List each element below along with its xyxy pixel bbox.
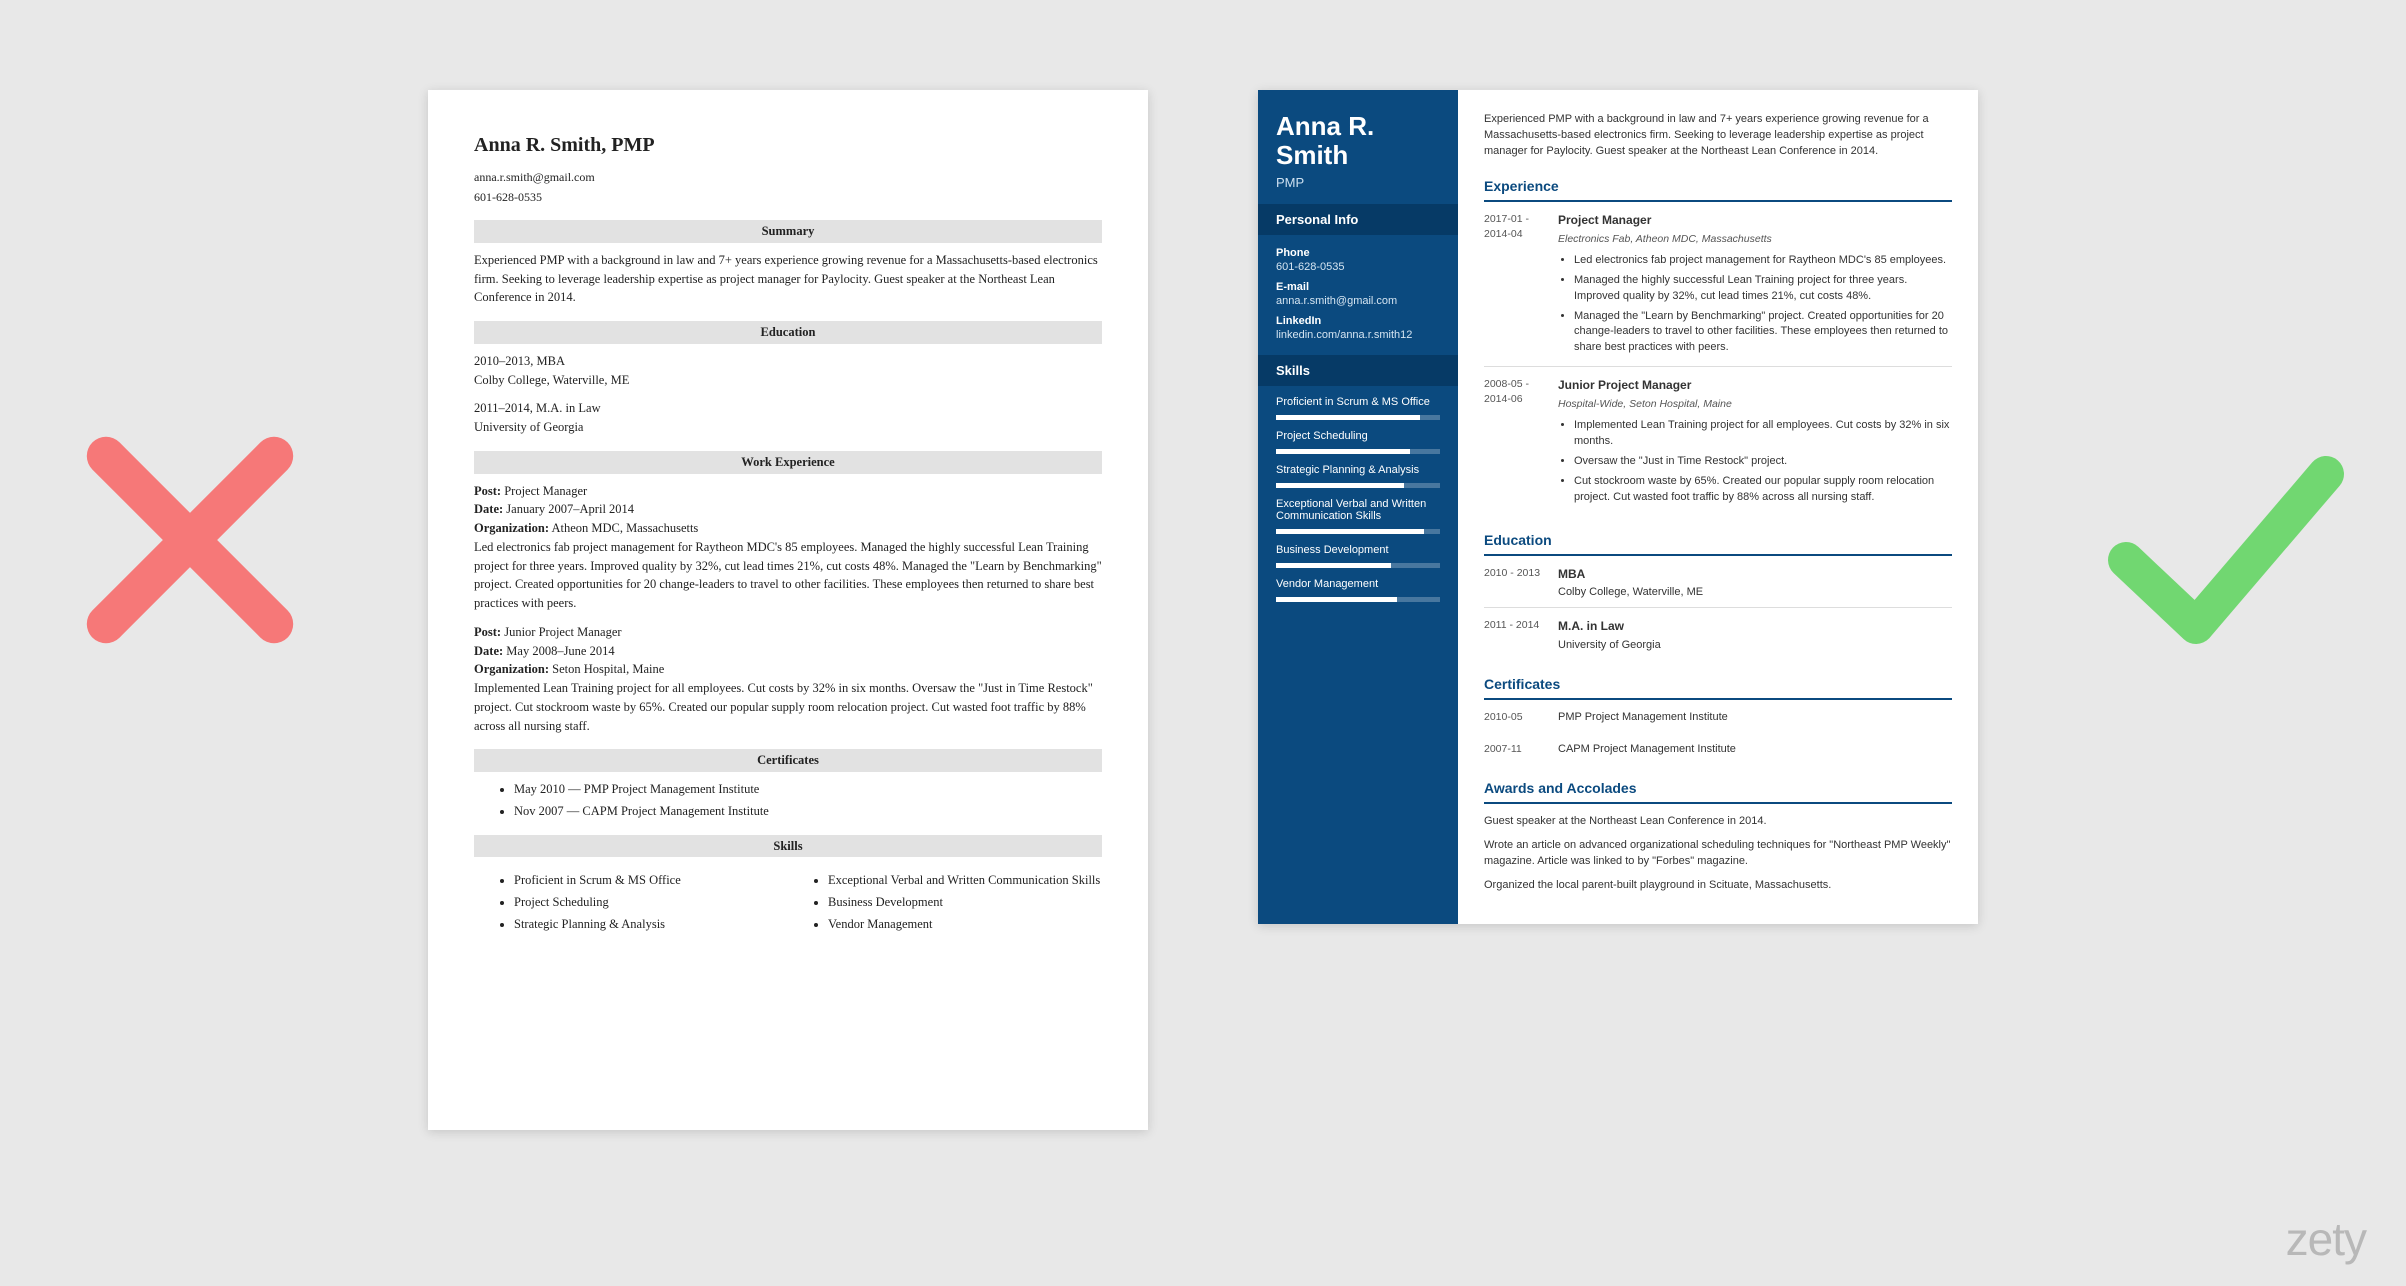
linkedin-value: linkedin.com/anna.r.smith12 — [1276, 329, 1440, 341]
education-row: 2011 - 2014 M.A. in Law University of Geor… — [1484, 618, 1952, 659]
main-column: Experienced PMP with a background in law… — [1458, 90, 1978, 924]
skill-item: Strategic Planning & Analysis — [1258, 454, 1458, 488]
email-label: E-mail — [1276, 281, 1440, 293]
email-text: anna.r.smith@gmail.com — [474, 168, 1102, 186]
section-work: Work Experience — [474, 451, 1102, 474]
phone-text: 601-628-0535 — [474, 188, 1102, 206]
name-heading: Anna R.Smith — [1276, 112, 1440, 169]
summary-text: Experienced PMP with a background in law… — [474, 251, 1102, 307]
skill-item: Proficient in Scrum & MS Office — [514, 871, 788, 890]
dates: 2011 - 2014 — [1484, 618, 1544, 653]
skill-item: Proficient in Scrum & MS Office — [1258, 386, 1458, 420]
skill-bar — [1276, 449, 1440, 454]
award-text: Organized the local parent-built playgro… — [1484, 878, 1952, 894]
award-text: Guest speaker at the Northeast Lean Conf… — [1484, 814, 1952, 830]
resume-bad: Anna R. Smith, PMP anna.r.smith@gmail.co… — [428, 90, 1148, 1130]
bullet: Oversaw the "Just in Time Restock" proje… — [1574, 454, 1952, 470]
job-title: Junior Project Manager — [1558, 377, 1952, 394]
credential: PMP — [1276, 175, 1440, 190]
section-experience: Experience — [1484, 176, 1952, 202]
cert-name: CAPM Project Management Institute — [1558, 742, 1952, 758]
section-skills: Skills — [474, 835, 1102, 858]
skill-name: Project Scheduling — [1276, 430, 1440, 442]
education-row: 2010 - 2013 MBA Colby College, Waterville,… — [1484, 566, 1952, 608]
dates: 2010 - 2013 — [1484, 566, 1544, 601]
cert-item: May 2010 — PMP Project Management Instit… — [514, 780, 1102, 799]
job-desc: Implemented Lean Training project for al… — [474, 679, 1102, 735]
bullet: Managed the highly successful Lean Train… — [1574, 273, 1952, 305]
cert-row: 2010-05 PMP Project Management Institute — [1484, 710, 1952, 732]
dates: 2008-05 - 2014-06 — [1484, 377, 1544, 509]
section-education: Education — [474, 321, 1102, 344]
section-education: Education — [1484, 530, 1952, 556]
edu-dates: 2010–2013, MBA — [474, 352, 1102, 371]
award-text: Wrote an article on advanced organizatio… — [1484, 838, 1952, 870]
school: University of Georgia — [1558, 638, 1952, 654]
dates: 2017-01 - 2014-04 — [1484, 212, 1544, 360]
skill-bar — [1276, 563, 1440, 568]
bullet: Cut stockroom waste by 65%. Created our … — [1574, 474, 1952, 506]
skill-item: Business Development — [828, 893, 1102, 912]
section-certs: Certificates — [474, 749, 1102, 772]
section-summary: Summary — [474, 220, 1102, 243]
skill-bar — [1276, 529, 1440, 534]
sidebar: Anna R.Smith PMP Personal Info Phone 601… — [1258, 90, 1458, 924]
skill-item: Business Development — [1258, 534, 1458, 568]
school: Colby College, Waterville, ME — [1558, 585, 1952, 601]
cert-item: Nov 2007 — CAPM Project Management Insti… — [514, 802, 1102, 821]
skill-name: Vendor Management — [1276, 578, 1440, 590]
skill-item: Project Scheduling — [514, 893, 788, 912]
skill-item: Exceptional Verbal and Written Communica… — [1258, 488, 1458, 534]
skill-item: Strategic Planning & Analysis — [514, 915, 788, 934]
phone-label: Phone — [1276, 247, 1440, 259]
skill-item: Exceptional Verbal and Written Communica… — [828, 871, 1102, 890]
job-sub: Electronics Fab, Atheon MDC, Massachuset… — [1558, 232, 1952, 247]
bullet: Led electronics fab project management f… — [1574, 253, 1952, 269]
name-heading: Anna R. Smith, PMP — [474, 130, 1102, 160]
bullet: Implemented Lean Training project for al… — [1574, 418, 1952, 450]
skill-name: Strategic Planning & Analysis — [1276, 464, 1440, 476]
skill-name: Proficient in Scrum & MS Office — [1276, 396, 1440, 408]
degree: MBA — [1558, 566, 1952, 583]
edu-school: University of Georgia — [474, 418, 1102, 437]
edu-school: Colby College, Waterville, ME — [474, 371, 1102, 390]
skill-item: Vendor Management — [1258, 568, 1458, 618]
job-title: Project Manager — [1558, 212, 1952, 229]
edu-dates: 2011–2014, M.A. in Law — [474, 399, 1102, 418]
sidebar-heading-skills: Skills — [1258, 355, 1458, 386]
section-awards: Awards and Accolades — [1484, 778, 1952, 804]
skill-name: Business Development — [1276, 544, 1440, 556]
email-value: anna.r.smith@gmail.com — [1276, 295, 1440, 307]
dates: 2007-11 — [1484, 742, 1544, 758]
degree: M.A. in Law — [1558, 618, 1952, 635]
cert-row: 2007-11 CAPM Project Management Institute — [1484, 742, 1952, 764]
phone-value: 601-628-0535 — [1276, 261, 1440, 273]
experience-row: 2017-01 - 2014-04 Project Manager Electron… — [1484, 212, 1952, 367]
skill-item: Vendor Management — [828, 915, 1102, 934]
job-desc: Led electronics fab project management f… — [474, 538, 1102, 613]
experience-row: 2008-05 - 2014-06 Junior Project Manager H… — [1484, 377, 1952, 515]
linkedin-label: LinkedIn — [1276, 315, 1440, 327]
bullet: Managed the "Learn by Benchmarking" proj… — [1574, 309, 1952, 357]
sidebar-heading-info: Personal Info — [1258, 204, 1458, 235]
section-certs: Certificates — [1484, 674, 1952, 700]
skill-bar — [1276, 415, 1440, 420]
skill-bar — [1276, 597, 1440, 602]
skill-bar — [1276, 483, 1440, 488]
summary-text: Experienced PMP with a background in law… — [1484, 112, 1952, 160]
resume-good: Anna R.Smith PMP Personal Info Phone 601… — [1258, 90, 1978, 924]
cert-name: PMP Project Management Institute — [1558, 710, 1952, 726]
skill-item: Project Scheduling — [1258, 420, 1458, 454]
job-sub: Hospital-Wide, Seton Hospital, Maine — [1558, 397, 1952, 412]
zety-logo: zety — [2286, 1212, 2366, 1266]
dates: 2010-05 — [1484, 710, 1544, 726]
skill-name: Exceptional Verbal and Written Communica… — [1276, 498, 1440, 522]
